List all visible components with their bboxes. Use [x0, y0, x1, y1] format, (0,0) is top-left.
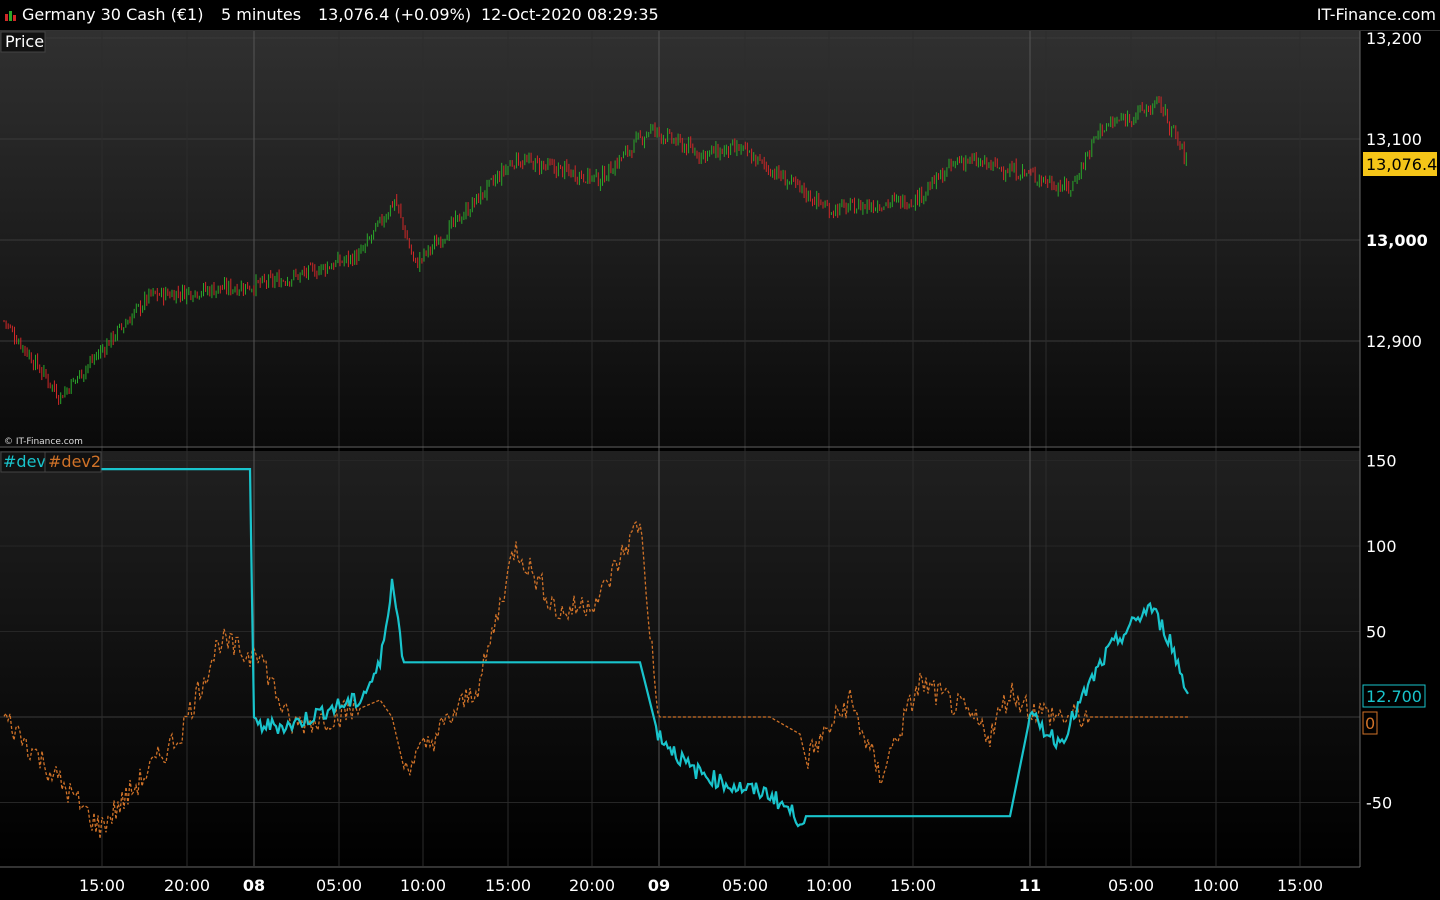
brand-link[interactable]: IT-Finance.com	[1317, 5, 1436, 24]
instrument-name[interactable]: Germany 30 Cash (€1)	[22, 5, 203, 24]
time-tick-label: 20:00	[164, 876, 210, 895]
price-tick-label: 13,000	[1366, 231, 1428, 250]
time-tick-label: 10:00	[400, 876, 446, 895]
dev-tick-label: -50	[1366, 794, 1392, 813]
indicator-panel-bg	[0, 451, 1360, 867]
time-tick-label: 09	[648, 876, 670, 895]
price-tick-label: 13,200	[1366, 29, 1422, 48]
timeframe[interactable]: 5 minutes	[221, 5, 301, 24]
dev-tick-label: 150	[1366, 452, 1397, 471]
chart-type-icon[interactable]	[4, 8, 18, 22]
x-axis[interactable]: 15:00 20:00 08 05:00 10:00 15:00 20:00 09 05:00 1…	[79, 876, 1323, 895]
price-panel-label[interactable]: Price	[5, 32, 44, 51]
time-tick-label: 05:00	[1108, 876, 1154, 895]
datetime: 12-Oct-2020 08:29:35	[481, 5, 659, 24]
time-tick-label: 15:00	[890, 876, 936, 895]
time-tick-label: 15:00	[1277, 876, 1323, 895]
price-tick-label: 12,900	[1366, 332, 1422, 351]
last-quote: 13,076.4 (+0.09%)	[318, 5, 472, 24]
price-value-label: 13,076.4	[1366, 155, 1437, 174]
dev-tick-label: 100	[1366, 537, 1397, 556]
chart-header: Germany 30 Cash (€1) 5 minutes 13,076.4 …	[0, 0, 1440, 31]
price-panel-bg	[0, 31, 1360, 446]
time-tick-label: 20:00	[569, 876, 615, 895]
chart-canvas[interactable]: 12,900 13,000 13,100 13,200 -50 50 100 150 15:0…	[0, 0, 1440, 900]
dev-value-label: 12.700	[1366, 687, 1422, 706]
time-tick-label: 10:00	[806, 876, 852, 895]
price-copyright: © IT-Finance.com	[4, 437, 83, 447]
time-tick-label: 11	[1019, 876, 1041, 895]
dev-label[interactable]: #dev	[3, 452, 46, 471]
dev2-label[interactable]: #dev2	[48, 452, 101, 471]
time-tick-label: 08	[243, 876, 265, 895]
dev2-value-label: 0	[1365, 714, 1375, 733]
time-tick-label: 05:00	[722, 876, 768, 895]
time-tick-label: 05:00	[316, 876, 362, 895]
price-tick-label: 13,100	[1366, 130, 1422, 149]
time-tick-label: 10:00	[1193, 876, 1239, 895]
time-tick-label: 15:00	[485, 876, 531, 895]
time-tick-label: 15:00	[79, 876, 125, 895]
dev-tick-label: 50	[1366, 623, 1386, 642]
